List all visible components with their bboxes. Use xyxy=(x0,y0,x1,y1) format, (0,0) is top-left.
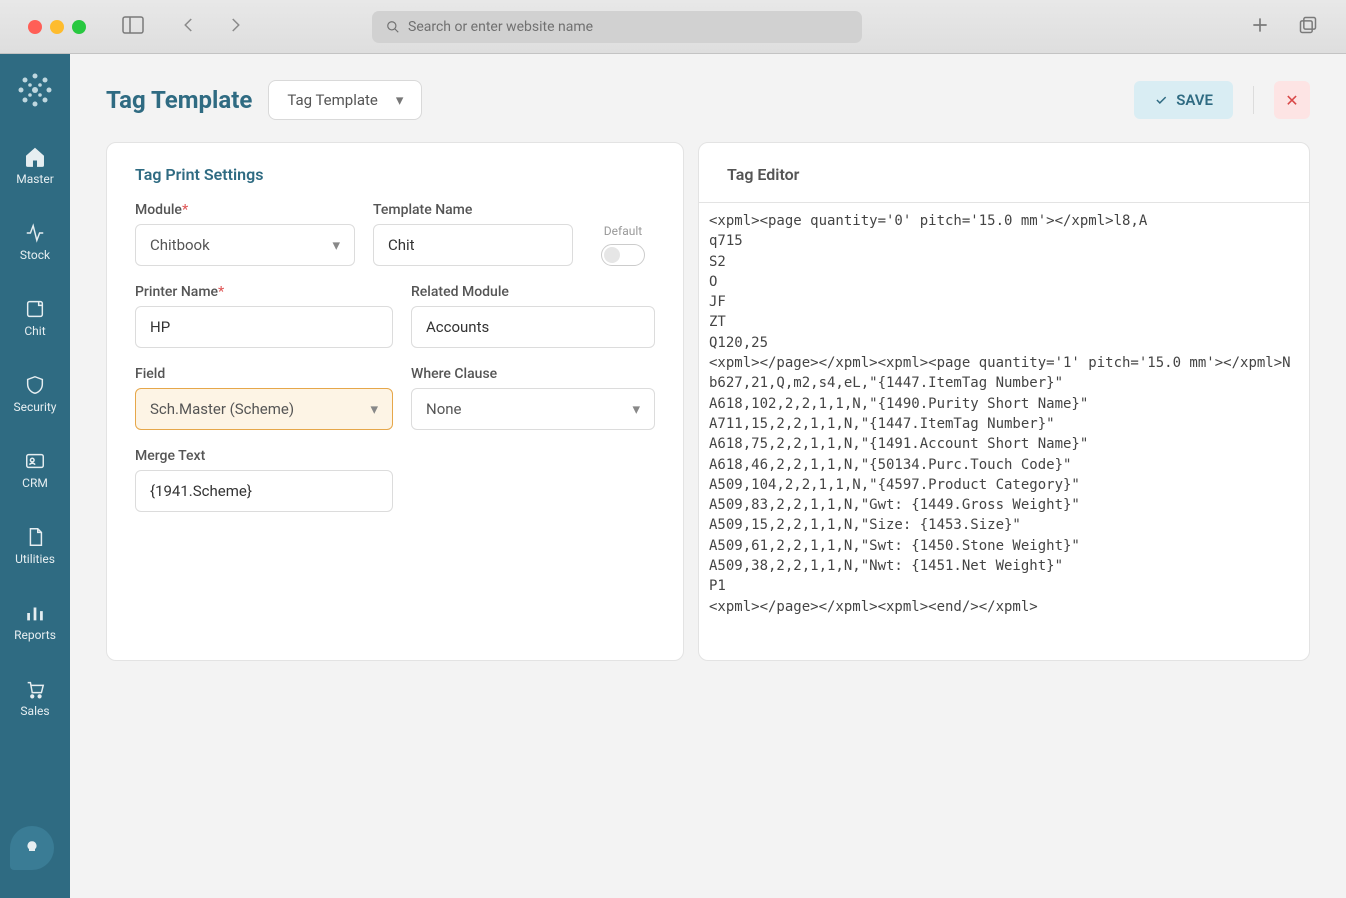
field-select[interactable]: Sch.Master (Scheme) ▾ xyxy=(135,388,393,430)
merge-text-input[interactable] xyxy=(135,470,393,512)
where-clause-label: Where Clause xyxy=(411,366,655,382)
nav-label: Stock xyxy=(20,248,50,262)
nav-item-chit[interactable]: Chit xyxy=(0,292,70,344)
caret-down-icon: ▾ xyxy=(396,91,404,109)
nav-label: Utilities xyxy=(15,552,55,566)
field-label: Field xyxy=(135,366,393,382)
note-icon xyxy=(24,298,46,320)
where-clause-select[interactable]: None ▾ xyxy=(411,388,655,430)
home-icon xyxy=(24,146,46,168)
template-name-input[interactable] xyxy=(373,224,573,266)
nav-label: Chit xyxy=(24,324,45,338)
caret-down-icon: ▾ xyxy=(632,400,640,418)
nav-label: Sales xyxy=(20,704,49,718)
cart-icon xyxy=(24,678,46,700)
address-bar-placeholder: Search or enter website name xyxy=(408,19,593,35)
nav-item-master[interactable]: Master xyxy=(0,140,70,192)
minimize-window-button[interactable] xyxy=(50,20,64,34)
main-content: Tag Template Tag Template ▾ SAVE ✕ Tag P… xyxy=(70,54,1346,898)
shield-icon xyxy=(24,374,46,396)
close-window-button[interactable] xyxy=(28,20,42,34)
save-button[interactable]: SAVE xyxy=(1134,81,1233,119)
nav-item-utilities[interactable]: Utilities xyxy=(0,520,70,572)
related-module-input[interactable] xyxy=(411,306,655,348)
save-button-label: SAVE xyxy=(1176,91,1213,109)
check-icon xyxy=(1154,93,1168,107)
address-bar[interactable]: Search or enter website name xyxy=(372,11,862,43)
activity-icon xyxy=(24,222,46,244)
maximize-window-button[interactable] xyxy=(72,20,86,34)
merge-text-label: Merge Text xyxy=(135,448,393,464)
tag-print-settings-panel: Tag Print Settings Module* Chitbook ▾ Te… xyxy=(106,142,684,661)
bar-chart-icon xyxy=(24,602,46,624)
new-tab-button[interactable] xyxy=(1250,15,1270,39)
lightbulb-icon xyxy=(23,839,41,857)
file-icon xyxy=(24,526,46,548)
related-module-label: Related Module xyxy=(411,284,655,300)
back-button[interactable] xyxy=(180,16,198,38)
nav-item-stock[interactable]: Stock xyxy=(0,216,70,268)
app-logo xyxy=(13,68,57,112)
sidebar-toggle-icon[interactable] xyxy=(122,16,144,38)
help-button[interactable] xyxy=(10,826,54,870)
forward-button[interactable] xyxy=(226,16,244,38)
printer-name-label: Printer Name* xyxy=(135,284,393,300)
divider xyxy=(1253,86,1254,114)
where-clause-value: None xyxy=(426,400,462,418)
nav-label: Reports xyxy=(14,628,56,642)
default-toggle[interactable] xyxy=(601,244,645,266)
module-select[interactable]: Chitbook ▾ xyxy=(135,224,355,266)
browser-toolbar: Search or enter website name xyxy=(0,0,1346,54)
template-selector-value: Tag Template xyxy=(287,91,378,109)
caret-down-icon: ▾ xyxy=(332,236,340,254)
page-title: Tag Template xyxy=(106,86,252,114)
panel-title: Tag Print Settings xyxy=(135,165,655,184)
panel-title: Tag Editor xyxy=(727,165,1281,184)
side-nav: Master Stock Chit Security CRM Utilities… xyxy=(0,54,70,898)
field-value: Sch.Master (Scheme) xyxy=(150,400,294,418)
template-name-label: Template Name xyxy=(373,202,573,218)
search-icon xyxy=(386,20,400,34)
tag-editor-panel: Tag Editor <xpml><page quantity='0' pitc… xyxy=(698,142,1310,661)
template-selector[interactable]: Tag Template ▾ xyxy=(268,80,422,120)
caret-down-icon: ▾ xyxy=(370,400,378,418)
nav-label: Master xyxy=(16,172,54,186)
nav-label: Security xyxy=(14,400,57,414)
tag-editor-textarea[interactable]: <xpml><page quantity='0' pitch='15.0 mm'… xyxy=(699,202,1309,632)
nav-item-sales[interactable]: Sales xyxy=(0,672,70,724)
printer-name-input[interactable] xyxy=(135,306,393,348)
tabs-overview-button[interactable] xyxy=(1298,15,1318,39)
nav-item-crm[interactable]: CRM xyxy=(0,444,70,496)
nav-item-security[interactable]: Security xyxy=(0,368,70,420)
nav-item-reports[interactable]: Reports xyxy=(0,596,70,648)
close-button[interactable]: ✕ xyxy=(1274,81,1310,119)
module-label: Module* xyxy=(135,202,355,218)
module-value: Chitbook xyxy=(150,236,210,254)
nav-label: CRM xyxy=(22,476,48,490)
id-card-icon xyxy=(24,450,46,472)
close-icon: ✕ xyxy=(1285,91,1298,110)
default-label: Default xyxy=(604,224,642,238)
window-controls xyxy=(28,20,86,34)
